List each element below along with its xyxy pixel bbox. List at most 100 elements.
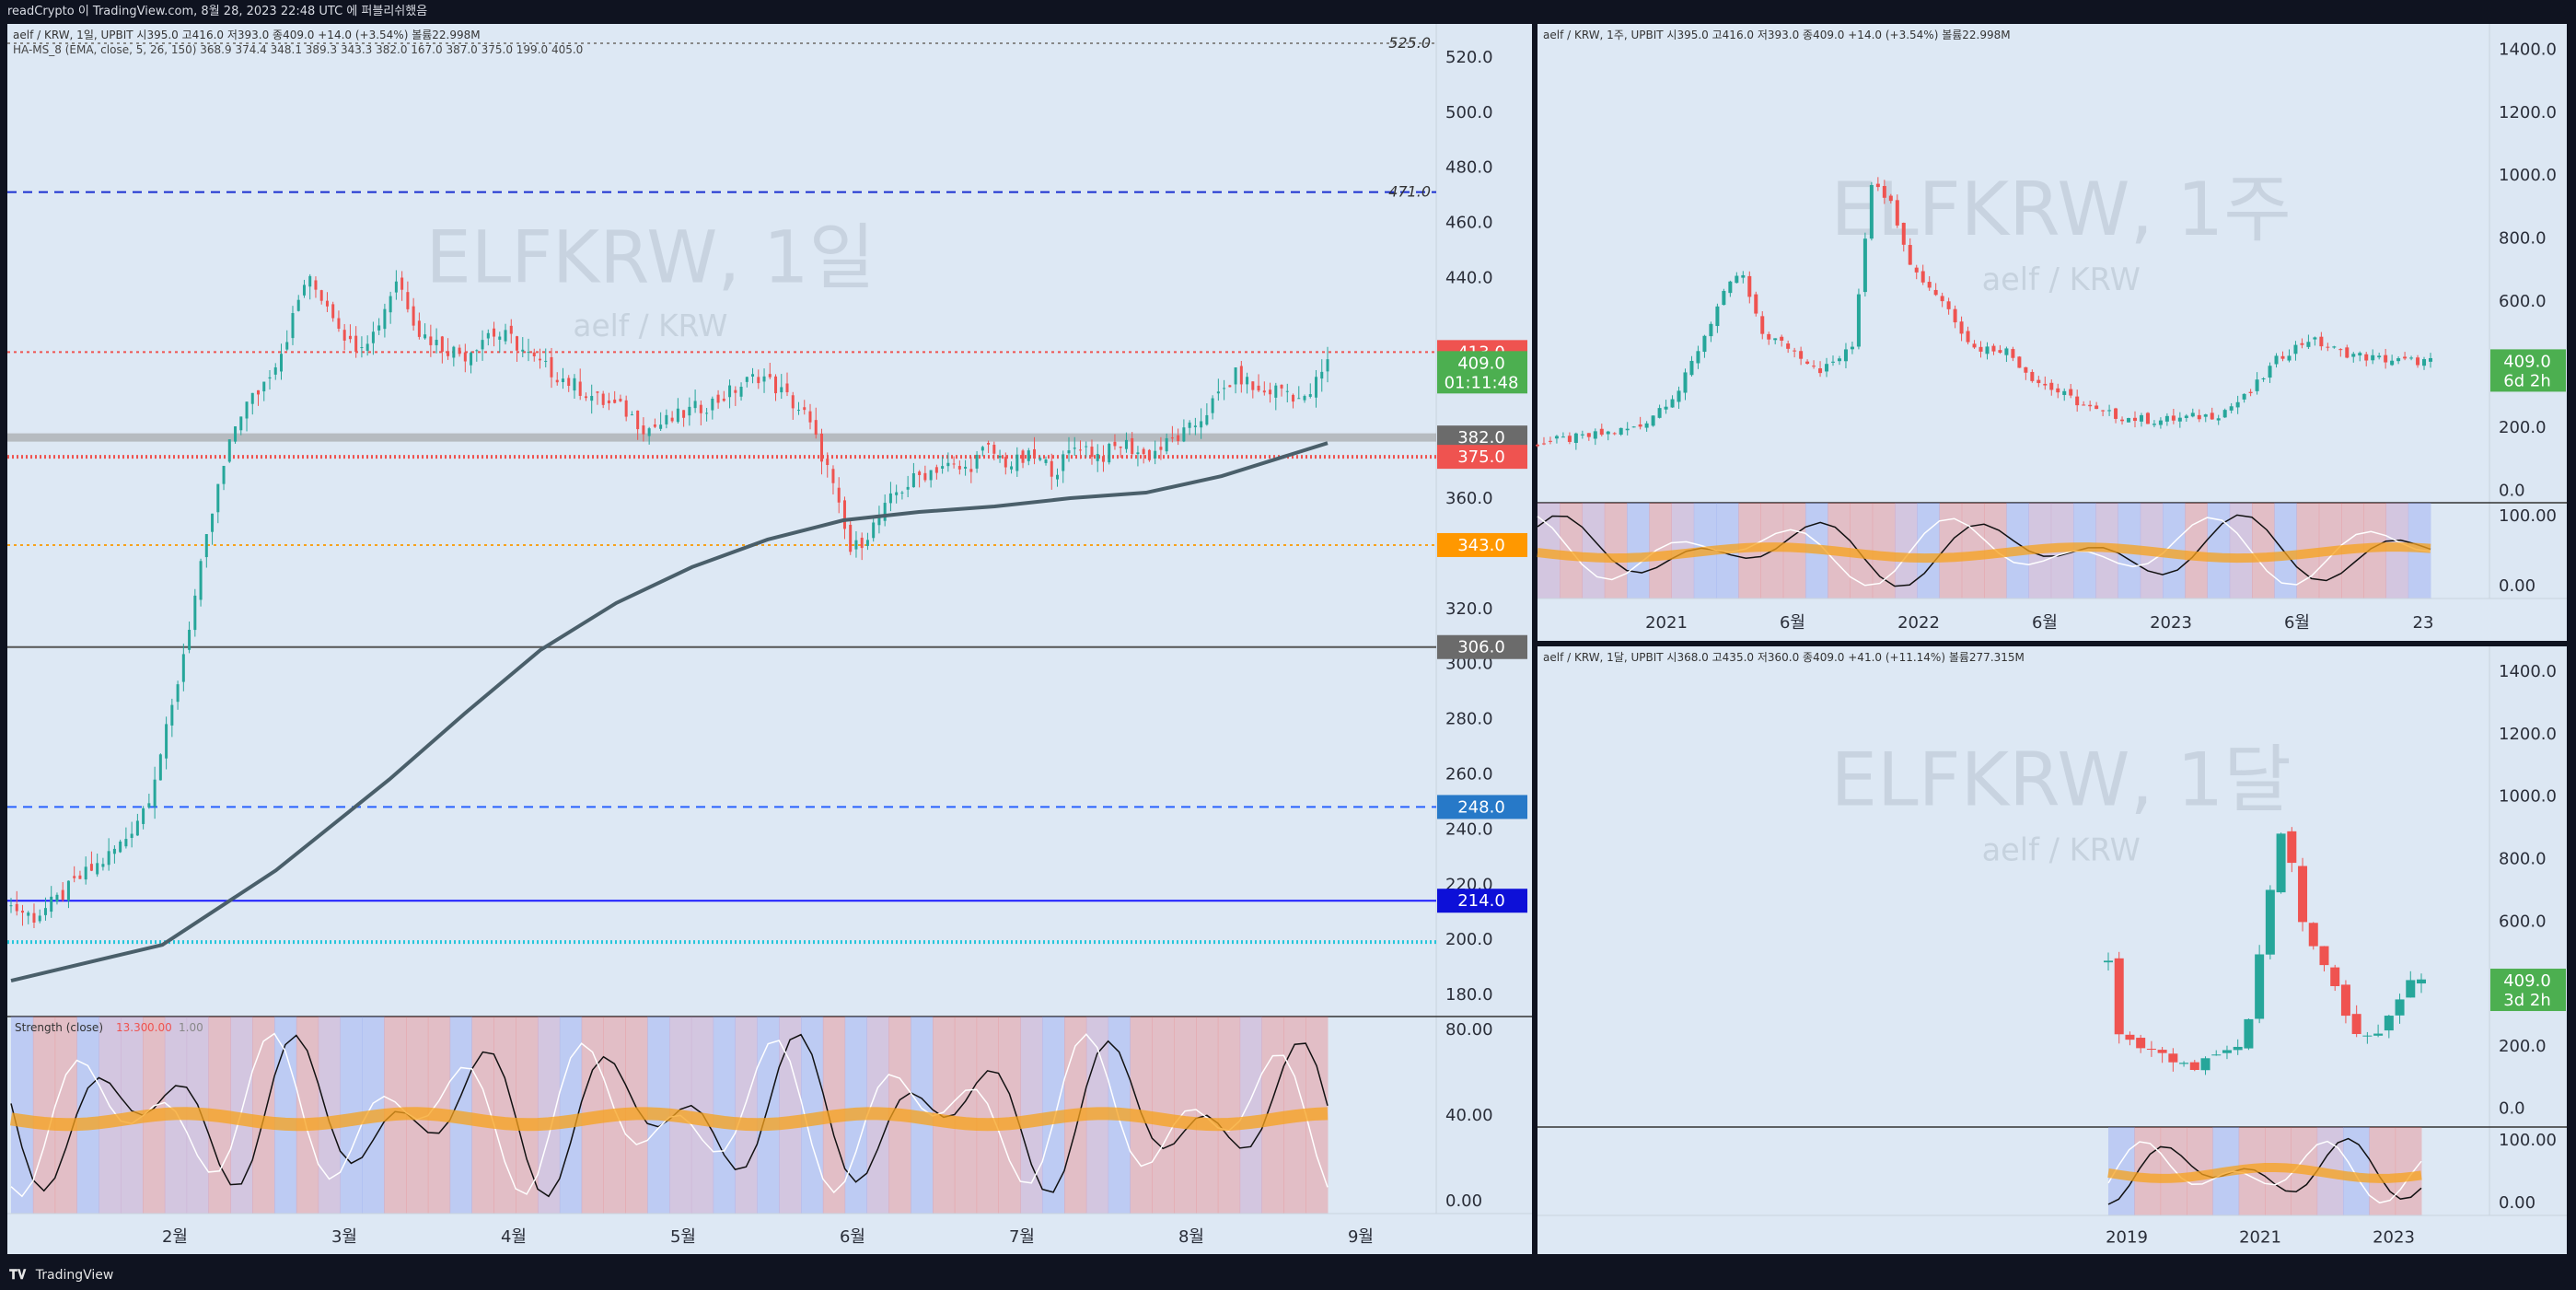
weekly-strength-band [1671,503,1695,599]
weekly-candle [1780,336,1784,341]
weekly-strength-band [1917,503,1940,599]
daily-candle [1039,458,1042,460]
daily-candle [688,406,691,416]
weekly-xtick: 2021 [1645,613,1688,633]
daily-level-label: 525.0 [1388,34,1431,52]
weekly-xtick: 2022 [1897,613,1940,633]
monthly-strength-band [2395,1127,2422,1215]
daily-candle [842,500,846,529]
daily-candle [1131,437,1134,455]
daily-candle [245,401,249,419]
daily-candle [101,864,105,867]
monthly-candle [2211,1054,2222,1056]
daily-candle [573,378,576,391]
daily-candle [1234,367,1237,385]
weekly-candle [1619,427,1623,435]
weekly-candle [1593,431,1597,439]
weekly-strength-band [2050,503,2074,599]
daily-candle [366,343,369,351]
daily-candle [319,290,323,301]
weekly-candle [2364,354,2369,361]
weekly-candle [2056,388,2060,393]
daily-strength-band [230,1017,253,1214]
weekly-candle [1612,433,1617,435]
daily-candle [222,465,226,484]
daily-candle [204,534,208,558]
monthly-candle [2114,958,2124,1035]
weekly-strength-band [1604,503,1628,599]
daily-price-tag [1437,795,1527,819]
daily-strength-band [669,1017,692,1214]
weekly-candle [1831,361,1836,363]
weekly-candle [2409,357,2414,359]
daily-strength-band [471,1017,494,1214]
weekly-watermark-sub: aelf / KRW [1982,261,2141,297]
weekly-candle [1875,183,1880,188]
monthly-candle [2189,1062,2199,1071]
daily-candle [946,462,950,467]
weekly-ytick: 600.0 [2499,292,2547,311]
daily-candle [1280,384,1283,389]
daily-price-tag-text: 214.0 [1457,891,1505,911]
daily-candle [296,299,300,311]
daily-price-tag [1437,425,1527,450]
weekly-price-tag-text: 409.0 [2503,352,2551,371]
daily-candle [911,472,915,488]
daily-strength-band [384,1017,407,1214]
weekly-candle [2429,357,2432,362]
daily-strength-line [10,1033,1329,1198]
daily-candle [780,387,783,393]
weekly-candle [2177,417,2182,422]
weekly-candle [2216,418,2221,421]
weekly-candle [2004,348,2009,355]
daily-candle [1262,390,1266,393]
weekly-candle [2261,378,2266,379]
weekly-candle [2030,371,2035,381]
daily-candle [1056,474,1060,480]
weekly-candle [2235,401,2240,408]
monthly-xtick: 2021 [2239,1227,2281,1247]
daily-candle [130,833,133,839]
weekly-candle [2190,413,2195,417]
daily-xtick: 9월 [1348,1227,1374,1247]
daily-osc-ytick: 80.00 [1445,1020,1493,1040]
daily-candle [728,385,732,398]
weekly-xtick: 2023 [2150,613,2192,633]
monthly-price-tag-text: 409.0 [2503,971,2551,991]
daily-candle [665,414,668,424]
monthly-price-tag-sub: 3d 2h [2503,991,2550,1010]
monthly-strength-band [2316,1127,2344,1215]
daily-ytick: 200.0 [1445,930,1493,949]
daily-candle [1096,454,1099,461]
daily-strength-label: Strength (close) [15,1021,103,1034]
weekly-ytick: 200.0 [2499,418,2547,437]
weekly-strength-band [2363,503,2386,599]
daily-candle [342,330,346,341]
weekly-strength-band [2028,503,2052,599]
daily-candle [20,911,24,913]
daily-candle [785,383,789,393]
daily-candle [567,378,571,387]
weekly-candle [2158,420,2163,425]
daily-watermark-sub: aelf / KRW [573,308,727,343]
weekly-candle [1580,434,1584,436]
daily-candle [969,469,973,472]
weekly-candle [1818,368,1823,374]
daily-candle [354,335,358,353]
daily-strength-band [998,1017,1021,1214]
daily-ytick: 300.0 [1445,655,1493,674]
daily-chart-panel[interactable]: ELFKRW, 1일 aelf / KRW 520.0 500.0 480.0 460.0… [0,0,2576,1290]
daily-candle [1142,448,1145,455]
daily-candle [1101,456,1105,462]
weekly-candle [2319,336,2324,347]
daily-candle [860,537,864,549]
daily-candle [751,374,755,377]
weekly-strength-band [1805,503,1828,599]
daily-candle [774,376,778,394]
weekly-candle [1985,346,1990,354]
daily-strength-band [954,1017,978,1214]
daily-xtick: 5월 [670,1227,696,1247]
weekly-candle [1561,436,1565,438]
weekly-candle [1793,350,1797,352]
daily-candle [808,411,812,423]
